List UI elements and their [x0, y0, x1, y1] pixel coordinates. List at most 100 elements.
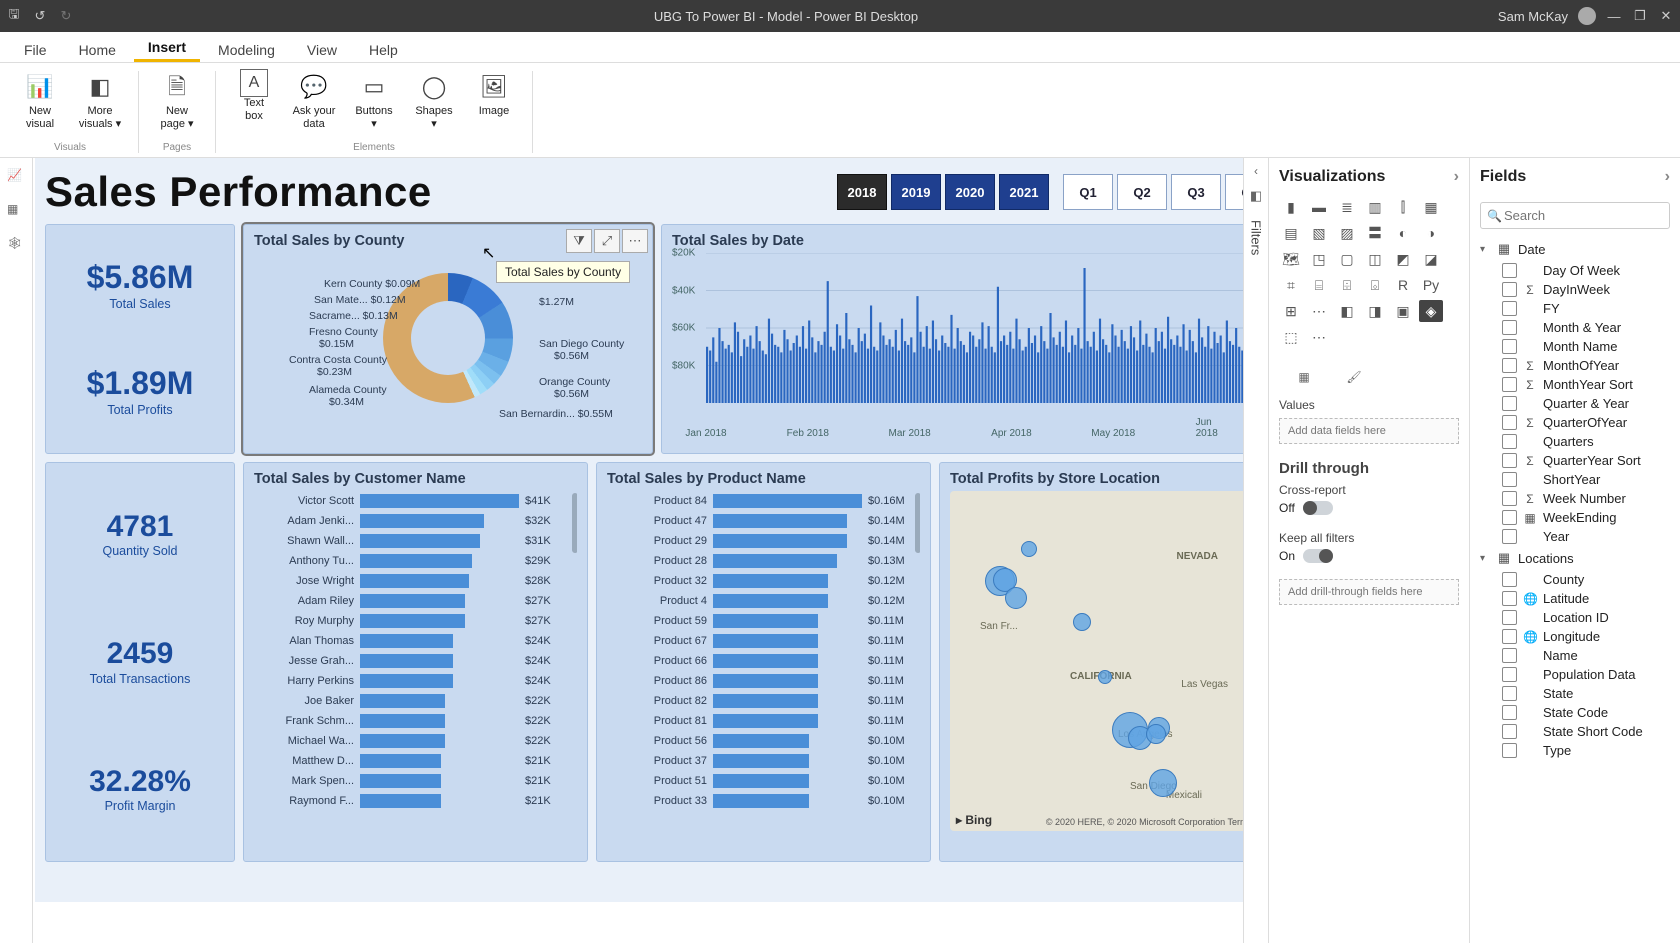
- field-item[interactable]: ΣDayInWeek: [1480, 280, 1670, 299]
- field-item[interactable]: ΣWeek Number: [1480, 489, 1670, 508]
- viz-type-icon[interactable]: ◐: [1391, 222, 1415, 244]
- field-checkbox[interactable]: [1502, 667, 1517, 682]
- viz-type-icon[interactable]: ⌸: [1307, 274, 1331, 296]
- field-item[interactable]: County: [1480, 570, 1670, 589]
- field-item[interactable]: Quarter & Year: [1480, 394, 1670, 413]
- field-checkbox[interactable]: [1502, 724, 1517, 739]
- field-checkbox[interactable]: [1502, 591, 1517, 606]
- report-view-icon[interactable]: 📈: [7, 168, 25, 186]
- map-bubble[interactable]: [1073, 613, 1091, 631]
- field-checkbox[interactable]: [1502, 415, 1517, 430]
- field-checkbox[interactable]: [1502, 686, 1517, 701]
- image-button[interactable]: 🖼Image: [468, 67, 520, 130]
- viz-type-icon[interactable]: ◈: [1419, 300, 1443, 322]
- field-checkbox[interactable]: [1502, 510, 1517, 525]
- viz-type-icon[interactable]: ◳: [1307, 248, 1331, 270]
- viz-type-icon[interactable]: ▬: [1307, 196, 1331, 218]
- field-checkbox[interactable]: [1502, 358, 1517, 373]
- field-item[interactable]: ΣQuarterYear Sort: [1480, 451, 1670, 470]
- text-box-button[interactable]: AText box: [228, 67, 280, 130]
- viz-type-icon[interactable]: ⫿: [1391, 196, 1415, 218]
- map-visual[interactable]: NEVADA CALIFORNIA San Fr... Los Angeles …: [950, 491, 1243, 831]
- field-checkbox[interactable]: [1502, 743, 1517, 758]
- chevron-right-icon[interactable]: ›: [1454, 168, 1459, 186]
- redo-icon[interactable]: ↻: [58, 8, 74, 24]
- tile-sales-by-customer[interactable]: Total Sales by Customer Name Victor Scot…: [243, 462, 588, 862]
- kpi-tile-top[interactable]: $5.86MTotal Sales $1.89MTotal Profits: [45, 224, 235, 454]
- field-checkbox[interactable]: [1502, 377, 1517, 392]
- field-item[interactable]: ΣMonthOfYear: [1480, 356, 1670, 375]
- viz-type-icon[interactable]: ⬚: [1279, 326, 1303, 348]
- viz-type-icon[interactable]: 🗺: [1279, 248, 1303, 270]
- viz-type-icon[interactable]: ▢: [1335, 248, 1359, 270]
- field-item[interactable]: Quarters: [1480, 432, 1670, 451]
- keep-filters-toggle[interactable]: [1303, 549, 1333, 563]
- viz-format-tab-icon[interactable]: 🖌: [1341, 364, 1367, 390]
- field-item[interactable]: ΣQuarterOfYear: [1480, 413, 1670, 432]
- visual-filter-icon[interactable]: ⧩: [566, 229, 592, 253]
- quarter-q2[interactable]: Q2: [1117, 174, 1167, 210]
- field-checkbox[interactable]: [1502, 434, 1517, 449]
- viz-fields-tab-icon[interactable]: ▦: [1291, 364, 1317, 390]
- close-icon[interactable]: ✕: [1658, 8, 1674, 24]
- save-icon[interactable]: 🖫: [6, 8, 22, 24]
- viz-type-icon[interactable]: ▤: [1279, 222, 1303, 244]
- kpi-tile-bottom[interactable]: 4781Quantity Sold 2459Total Transactions…: [45, 462, 235, 862]
- viz-type-icon[interactable]: ◨: [1363, 300, 1387, 322]
- cross-report-toggle[interactable]: [1303, 501, 1333, 515]
- tile-profits-map[interactable]: Total Profits by Store Location NEVADA C…: [939, 462, 1243, 862]
- data-view-icon[interactable]: ▦: [7, 202, 25, 220]
- viz-type-icon[interactable]: Py: [1419, 274, 1443, 296]
- visual-more-icon[interactable]: ⋯: [622, 229, 648, 253]
- quarter-q3[interactable]: Q3: [1171, 174, 1221, 210]
- field-checkbox[interactable]: [1502, 629, 1517, 644]
- values-field-well[interactable]: Add data fields here: [1279, 418, 1459, 444]
- field-item[interactable]: State: [1480, 684, 1670, 703]
- field-item[interactable]: Population Data: [1480, 665, 1670, 684]
- field-checkbox[interactable]: [1502, 529, 1517, 544]
- map-bubble[interactable]: [1098, 670, 1112, 684]
- field-checkbox[interactable]: [1502, 453, 1517, 468]
- field-item[interactable]: Name: [1480, 646, 1670, 665]
- viz-type-icon[interactable]: ◩: [1391, 248, 1415, 270]
- field-item[interactable]: ΣMonthYear Sort: [1480, 375, 1670, 394]
- field-checkbox[interactable]: [1502, 648, 1517, 663]
- tile-sales-by-county[interactable]: Total Sales by County ⧩ ⤢ ⋯ ↖ Total Sale…: [243, 224, 653, 454]
- year-2019[interactable]: 2019: [891, 174, 941, 210]
- year-2021[interactable]: 2021: [999, 174, 1049, 210]
- field-checkbox[interactable]: [1502, 320, 1517, 335]
- new-visual-button[interactable]: 📊New visual: [14, 67, 66, 130]
- field-table[interactable]: ▾▦Locations: [1480, 546, 1670, 570]
- field-checkbox[interactable]: [1502, 339, 1517, 354]
- more-visuals-button[interactable]: ◧More visuals ▾: [74, 67, 126, 130]
- viz-type-icon[interactable]: ▨: [1335, 222, 1359, 244]
- map-bubble[interactable]: [1021, 541, 1037, 557]
- report-canvas[interactable]: Sales Performance 2018 2019 2020 2021 Q1…: [35, 158, 1243, 902]
- field-checkbox[interactable]: [1502, 572, 1517, 587]
- field-item[interactable]: State Code: [1480, 703, 1670, 722]
- ask-your-data-button[interactable]: 💬Ask your data: [288, 67, 340, 130]
- tab-insert[interactable]: Insert: [134, 33, 200, 62]
- viz-type-icon[interactable]: ▧: [1307, 222, 1331, 244]
- viz-type-icon[interactable]: 〓: [1363, 222, 1387, 244]
- viz-type-icon[interactable]: ⌹: [1335, 274, 1359, 296]
- filters-icon[interactable]: ◧: [1250, 188, 1262, 204]
- new-page-button[interactable]: 🗎New page ▾: [151, 67, 203, 130]
- viz-type-icon[interactable]: ⋯: [1307, 326, 1331, 348]
- field-item[interactable]: Month Name: [1480, 337, 1670, 356]
- viz-type-icon[interactable]: ◫: [1363, 248, 1387, 270]
- fields-search[interactable]: 🔍: [1480, 202, 1670, 229]
- field-item[interactable]: State Short Code: [1480, 722, 1670, 741]
- visual-focus-icon[interactable]: ⤢: [594, 229, 620, 253]
- tab-help[interactable]: Help: [355, 36, 412, 62]
- field-checkbox[interactable]: [1502, 491, 1517, 506]
- map-bubble[interactable]: [1005, 587, 1027, 609]
- quarter-q4[interactable]: Q4: [1225, 174, 1243, 210]
- viz-type-icon[interactable]: ◑: [1419, 222, 1443, 244]
- field-item[interactable]: 🌐Latitude: [1480, 589, 1670, 608]
- field-checkbox[interactable]: [1502, 282, 1517, 297]
- field-item[interactable]: FY: [1480, 299, 1670, 318]
- viz-type-icon[interactable]: ◧: [1335, 300, 1359, 322]
- field-item[interactable]: Month & Year: [1480, 318, 1670, 337]
- field-checkbox[interactable]: [1502, 396, 1517, 411]
